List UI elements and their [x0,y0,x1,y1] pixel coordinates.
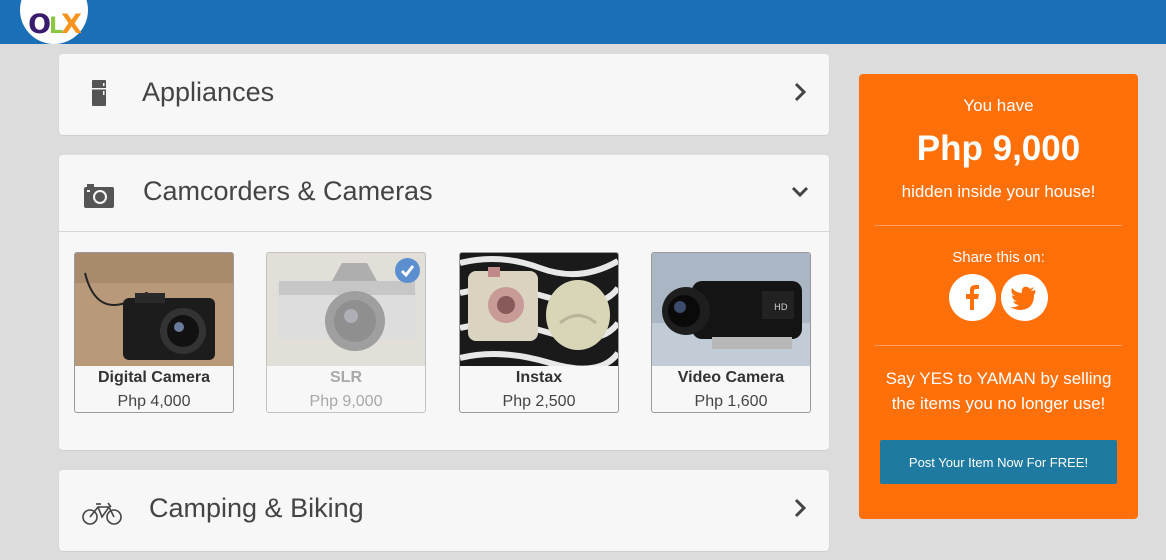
category-header[interactable]: Camcorders & Cameras [59,155,829,232]
promo-line-3b: the items you no longer use! [891,394,1106,413]
item-name: SLR [330,369,362,386]
logo-text: OLX [28,9,82,40]
bicycle-icon [82,502,122,525]
item-name: Instax [515,369,563,386]
item-name: Video Camera [677,369,785,386]
promo-line-2: hidden inside your house! [901,182,1096,201]
category-camping-biking[interactable]: Camping & Biking [59,470,829,551]
twitter-share-button[interactable] [1001,274,1048,321]
facebook-share-button[interactable] [949,274,996,321]
fridge-icon [92,80,106,106]
item-price: Php 4,000 [117,393,191,410]
item-card-video-camera[interactable]: HD Video Camera Php 1,600 [651,252,811,413]
promo-amount: Php 9,000 [916,129,1081,168]
divider [875,345,1122,346]
instax-camera-photo [460,253,618,366]
promo-line-1: You have [963,96,1034,115]
digital-camera-photo [75,253,233,366]
category-appliances[interactable]: Appliances [59,54,829,135]
divider [875,225,1122,226]
facebook-icon [966,285,979,310]
category-label: Camcorders & Cameras [143,176,433,206]
item-card-digital-camera[interactable]: Digital Camera Php 4,000 [74,252,234,413]
item-card-instax[interactable]: Instax Php 2,500 [459,252,619,413]
olx-logo[interactable]: OLX [20,0,88,44]
item-card-slr[interactable]: SLR Php 9,000 [266,252,426,413]
chevron-right-icon[interactable] [791,496,809,520]
chevron-down-icon[interactable] [791,180,809,204]
promo-line-3a: Say YES to YAMAN by selling [885,369,1112,388]
check-icon [395,258,420,283]
item-price: Php 2,500 [502,393,576,410]
logo-letter-l: L [49,14,63,39]
item-price: Php 1,600 [694,393,768,410]
category-label: Camping & Biking [149,493,364,523]
share-label: Share this on: [952,249,1045,266]
item-name: Digital Camera [97,369,211,386]
camera-icon [84,184,114,208]
item-price: Php 9,000 [309,393,383,410]
category-header[interactable]: Appliances [59,54,829,131]
promo-line-3: Say YES to YAMAN by selling the items yo… [859,366,1138,416]
logo-letter-x: X [61,9,82,40]
video-camera-photo: HD [652,253,810,366]
social-share [859,274,1138,322]
logo-letter-o: O [28,9,51,40]
post-item-button[interactable]: Post Your Item Now For FREE! [880,440,1117,484]
svg-text:HD: HD [774,303,788,313]
promo-panel: You have Php 9,000 hidden inside your ho… [859,74,1138,519]
category-label: Appliances [142,77,275,107]
category-header[interactable]: Camping & Biking [59,470,829,547]
category-camcorders-cameras[interactable]: Camcorders & Cameras Digital Camera Php … [59,155,829,450]
twitter-icon [1010,286,1036,310]
chevron-right-icon[interactable] [791,80,809,104]
top-bar: OLX [0,0,1166,44]
